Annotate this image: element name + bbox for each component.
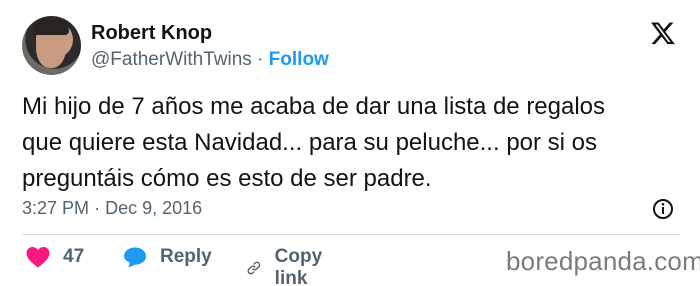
tweet-date: Dec 9, 2016 (105, 198, 203, 218)
reply-label: Reply (160, 246, 212, 267)
author-handle[interactable]: @FatherWithTwins (91, 49, 252, 70)
tweet-card: Robert Knop @FatherWithTwins · Follow Mi… (0, 0, 700, 286)
handle-row: @FatherWithTwins · Follow (91, 49, 329, 71)
avatar[interactable] (22, 16, 81, 75)
reply-bubble-icon (124, 247, 146, 268)
date-separator: · (94, 198, 101, 218)
heart-icon (26, 247, 50, 268)
divider (22, 234, 680, 235)
follow-button[interactable]: Follow (269, 49, 329, 70)
copy-link-button[interactable]: Copy link (246, 246, 331, 286)
author-name[interactable]: Robert Knop (91, 22, 212, 45)
like-count: 47 (63, 246, 85, 267)
tweet-text-line: Mi hijo de 7 años me acaba de dar una li… (22, 93, 606, 120)
tweet-text-line: que quiere esta Navidad... para su peluc… (22, 129, 598, 156)
like-button[interactable]: 47 (26, 246, 84, 268)
copy-link-label: Copy link (274, 246, 323, 286)
link-icon (247, 261, 261, 275)
info-icon[interactable] (651, 197, 675, 221)
x-logo-icon[interactable] (650, 20, 676, 46)
tweet-time: 3:27 PM (22, 198, 90, 218)
handle-separator: · (257, 49, 264, 70)
tweet-text: Mi hijo de 7 años me acaba de dar una li… (22, 89, 682, 197)
reply-button[interactable]: Reply (123, 246, 212, 268)
tweet-timestamp[interactable]: 3:27 PM · Dec 9, 2016 (22, 198, 202, 219)
watermark: boredpanda.com (506, 246, 700, 276)
tweet-text-line: preguntáis cómo es esto de ser padre. (22, 165, 432, 192)
